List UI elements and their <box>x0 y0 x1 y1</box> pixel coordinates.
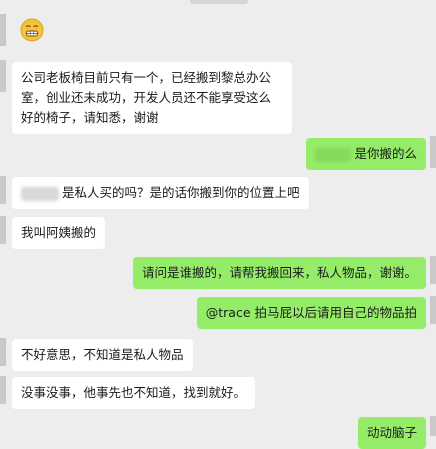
message-bubble[interactable]: 公司老板椅目前只有一个，已经搬到黎总办公室，创业还未成功，开发人员还不能享受这么… <box>12 62 292 134</box>
message-bubble[interactable]: 不好意思，不知道是私人物品 <box>12 339 193 371</box>
message-text: 是你搬的么 <box>354 146 417 161</box>
message-bubble[interactable]: 动动脑子 <box>357 417 426 449</box>
redacted-name-blur <box>21 186 59 201</box>
message-text: 不好意思，不知道是私人物品 <box>21 347 184 362</box>
self-avatar[interactable] <box>430 296 436 324</box>
message-text: @trace 拍马屁以后请用自己的物品拍 <box>205 305 417 320</box>
message-text: 请问是谁搬的，请帮我搬回来，私人物品，谢谢。 <box>141 265 417 280</box>
message-bubble[interactable]: 是你搬的么 <box>306 138 426 170</box>
self-avatar[interactable] <box>430 136 436 168</box>
self-avatar[interactable] <box>430 256 436 284</box>
redacted-name-blur <box>315 147 352 162</box>
sender-avatar[interactable] <box>0 14 6 46</box>
sender-avatar[interactable] <box>0 376 6 404</box>
message-text: 公司老板椅目前只有一个，已经搬到黎总办公室，创业还未成功，开发人员还不能享受这么… <box>21 70 272 125</box>
grimacing-smile-emoji <box>20 18 44 42</box>
message-text: 动动脑子 <box>366 425 417 440</box>
sender-avatar[interactable] <box>0 60 6 92</box>
self-avatar[interactable] <box>430 416 436 436</box>
message-bubble[interactable]: 我叫阿姨搬的 <box>12 217 106 249</box>
message-bubble[interactable]: 请问是谁搬的，请帮我搬回来，私人物品，谢谢。 <box>132 257 426 289</box>
message-text: 我叫阿姨搬的 <box>21 225 97 240</box>
message-text: 是私人买的吗？是的话你搬到你的位置上吧 <box>62 185 300 200</box>
message-text: 没事没事，他事先也不知道，找到就好。 <box>21 385 247 400</box>
top-scroll-remnant <box>190 0 248 4</box>
message-bubble[interactable]: 是私人买的吗？是的话你搬到你的位置上吧 <box>12 177 309 209</box>
sender-avatar[interactable] <box>0 176 6 204</box>
message-bubble[interactable]: @trace 拍马屁以后请用自己的物品拍 <box>196 297 426 329</box>
message-bubble[interactable]: 没事没事，他事先也不知道，找到就好。 <box>12 377 256 409</box>
sender-avatar[interactable] <box>0 216 6 244</box>
sender-avatar[interactable] <box>0 338 6 366</box>
